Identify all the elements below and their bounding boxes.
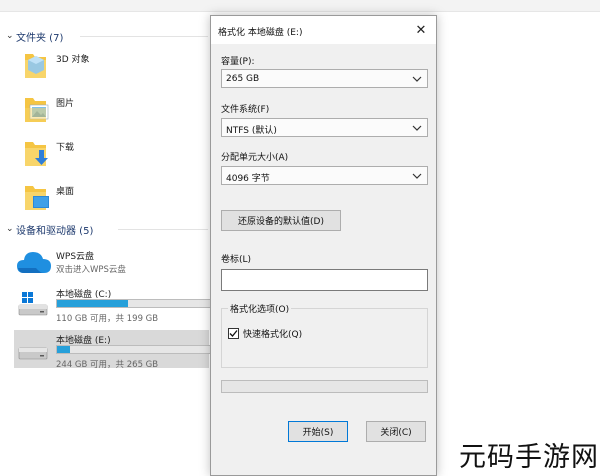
drive-usage-bar	[56, 299, 216, 308]
folder-item-downloads[interactable]: 下载	[20, 136, 170, 174]
folder-item-pictures[interactable]: 图片	[20, 92, 170, 130]
folders-group-header[interactable]: ⌄ 文件夹 (7)	[6, 29, 64, 44]
explorer-top-edge	[0, 0, 600, 12]
pictures-folder-icon	[25, 98, 49, 122]
drive-usage-bar	[56, 345, 216, 354]
folder-label: 图片	[56, 99, 75, 109]
filesystem-dropdown[interactable]: NTFS (默认)	[221, 118, 428, 137]
capacity-label: 容量(P):	[221, 57, 255, 67]
chevron-down-icon	[412, 125, 422, 131]
format-options-label: 格式化选项(O)	[228, 302, 292, 315]
allocation-label: 分配单元大小(A)	[221, 153, 289, 163]
devices-group-label: 设备和驱动器 (5)	[16, 225, 94, 237]
drive-free-space: 244 GB 可用，共 265 GB	[56, 360, 159, 370]
quick-format-label: 快速格式化(Q)	[243, 330, 303, 340]
group-divider	[118, 229, 208, 230]
folder-label: 下载	[56, 143, 75, 153]
volume-label-label: 卷标(L)	[221, 255, 252, 265]
folder-item-3d-objects[interactable]: 3D 对象	[20, 48, 170, 86]
quick-format-checkbox[interactable]	[228, 328, 239, 339]
volume-label-input[interactable]	[221, 269, 428, 291]
format-options-group: 格式化选项(O) 快速格式化(Q)	[221, 302, 428, 368]
wps-description: 双击进入WPS云盘	[56, 265, 126, 275]
folder-label: 3D 对象	[56, 55, 90, 65]
devices-group-header[interactable]: ⌄ 设备和驱动器 (5)	[6, 222, 94, 237]
site-watermark: 元码手游网	[458, 432, 600, 476]
windows-drive-icon	[18, 292, 48, 316]
start-button[interactable]: 开始(S)	[288, 421, 348, 442]
downloads-folder-icon	[25, 142, 48, 166]
cloud-icon	[17, 252, 51, 273]
folder-item-desktop[interactable]: 桌面	[20, 180, 170, 218]
folders-group-label: 文件夹 (7)	[16, 32, 64, 44]
drive-free-space: 110 GB 可用，共 199 GB	[56, 314, 159, 324]
drive-item-e[interactable]: 本地磁盘 (E:) 244 GB 可用，共 265 GB	[14, 330, 216, 370]
quick-format-option[interactable]: 快速格式化(Q)	[228, 327, 302, 340]
allocation-value: 4096 字节	[226, 174, 270, 184]
format-progress-bar	[221, 380, 428, 393]
chevron-down-icon	[412, 76, 422, 82]
wps-cloud-item[interactable]: WPS云盘 双击进入WPS云盘	[14, 246, 209, 280]
folder-label: 桌面	[56, 187, 75, 197]
allocation-dropdown[interactable]: 4096 字节	[221, 166, 428, 185]
wps-name: WPS云盘	[56, 252, 95, 262]
3d-objects-folder-icon	[25, 54, 46, 78]
restore-defaults-button[interactable]: 还原设备的默认值(D)	[221, 210, 341, 231]
checkmark-icon	[229, 330, 238, 337]
close-button[interactable]: 关闭(C)	[366, 421, 426, 442]
dialog-titlebar[interactable]: 格式化 本地磁盘 (E:) ✕	[211, 16, 436, 44]
format-dialog: 格式化 本地磁盘 (E:) ✕ 容量(P): 265 GB 文件系统(F) NT…	[210, 15, 437, 476]
drive-usage-fill	[57, 346, 70, 353]
chevron-down-icon	[412, 173, 422, 179]
chevron-down-icon: ⌄	[6, 224, 14, 234]
watermark-text: 元码手游网	[459, 441, 599, 473]
filesystem-label: 文件系统(F)	[221, 105, 270, 115]
close-icon[interactable]: ✕	[406, 16, 436, 44]
desktop-folder-icon	[25, 186, 49, 210]
capacity-dropdown[interactable]: 265 GB	[221, 69, 428, 88]
capacity-value: 265 GB	[226, 74, 260, 84]
drive-item-c[interactable]: 本地磁盘 (C:) 110 GB 可用，共 199 GB	[14, 284, 216, 324]
chevron-down-icon: ⌄	[6, 31, 14, 41]
hard-drive-icon	[18, 347, 48, 360]
drive-usage-fill	[57, 300, 129, 307]
dialog-title: 格式化 本地磁盘 (E:)	[218, 28, 303, 38]
group-divider	[80, 36, 208, 37]
filesystem-value: NTFS (默认)	[226, 126, 277, 136]
